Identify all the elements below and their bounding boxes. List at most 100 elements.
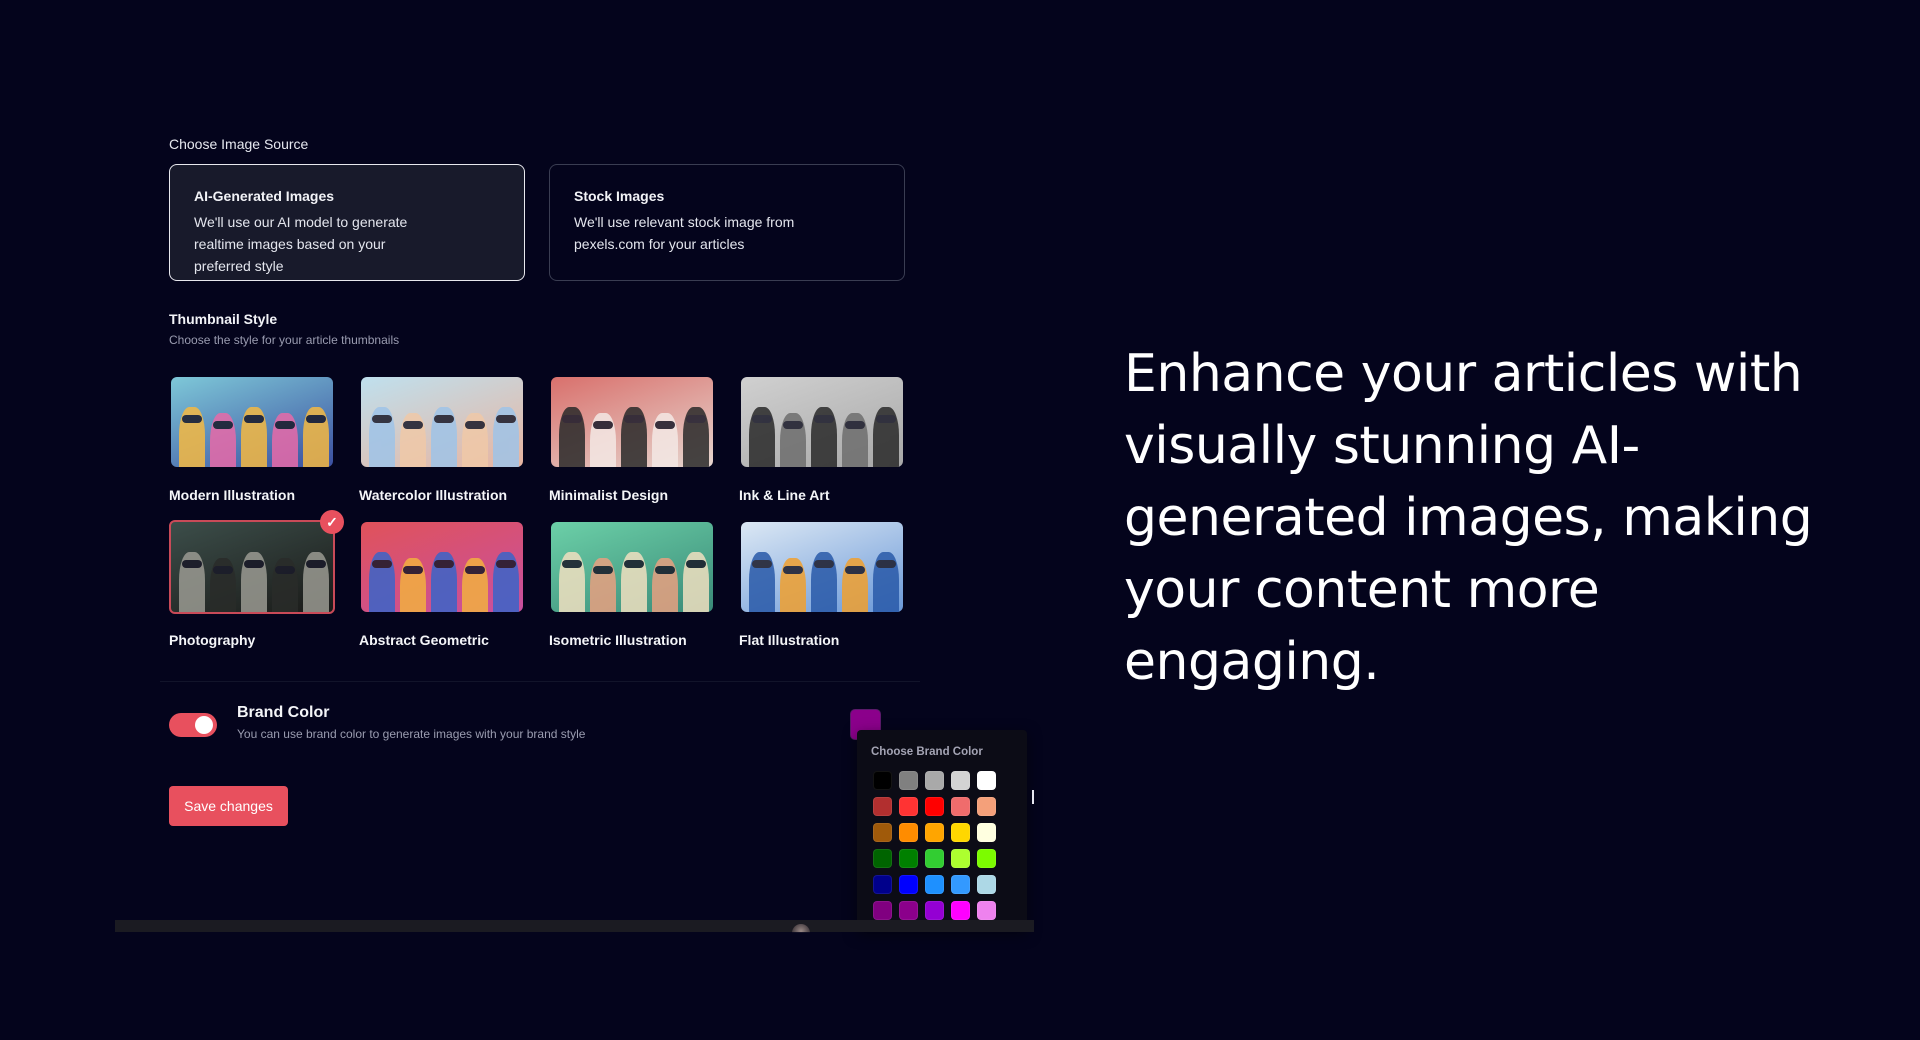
thumbnail-figure bbox=[400, 413, 426, 467]
thumbnail-style-heading: Thumbnail Style bbox=[169, 311, 278, 327]
vr-headset-shape bbox=[182, 415, 202, 423]
vr-headset-shape bbox=[845, 421, 865, 429]
color-option[interactable] bbox=[873, 797, 892, 816]
color-option[interactable] bbox=[925, 771, 944, 790]
vr-headset-shape bbox=[686, 415, 706, 423]
thumbnail-preview-image bbox=[169, 520, 335, 614]
color-option[interactable] bbox=[873, 901, 892, 920]
color-option[interactable] bbox=[873, 875, 892, 894]
vr-headset-shape bbox=[496, 415, 516, 423]
vr-headset-shape bbox=[434, 560, 454, 568]
color-option[interactable] bbox=[951, 875, 970, 894]
scroll-handle[interactable] bbox=[792, 924, 810, 933]
vr-headset-shape bbox=[403, 421, 423, 429]
color-option[interactable] bbox=[977, 823, 996, 842]
color-option[interactable] bbox=[951, 771, 970, 790]
thumbnail-figure bbox=[590, 558, 616, 612]
color-option[interactable] bbox=[899, 797, 918, 816]
thumbnail-figure bbox=[210, 558, 236, 612]
color-option[interactable] bbox=[925, 823, 944, 842]
page: Choose Image Source AI-Generated Images … bbox=[0, 0, 1920, 1040]
vr-headset-shape bbox=[686, 560, 706, 568]
thumbnail-figure bbox=[683, 552, 709, 612]
color-option[interactable] bbox=[873, 849, 892, 868]
thumbnail-preview-image bbox=[741, 522, 903, 612]
vr-headset-shape bbox=[876, 560, 896, 568]
thumbnail-figure bbox=[210, 413, 236, 467]
color-option[interactable] bbox=[899, 771, 918, 790]
vr-headset-shape bbox=[624, 415, 644, 423]
color-option[interactable] bbox=[925, 797, 944, 816]
color-option[interactable] bbox=[899, 823, 918, 842]
thumbnail-figure bbox=[621, 407, 647, 467]
vr-headset-shape bbox=[434, 415, 454, 423]
thumbnail-style-subheading: Choose the style for your article thumbn… bbox=[169, 333, 400, 347]
color-option[interactable] bbox=[977, 771, 996, 790]
thumbnail-style-option[interactable]: Flat Illustration bbox=[739, 522, 905, 648]
color-option[interactable] bbox=[925, 875, 944, 894]
color-option[interactable] bbox=[899, 849, 918, 868]
color-option[interactable] bbox=[951, 797, 970, 816]
thumbnail-style-label: Photography bbox=[169, 632, 256, 648]
thumbnail-figure bbox=[241, 407, 267, 467]
thumbnail-style-option[interactable]: Abstract Geometric bbox=[359, 522, 525, 648]
vr-headset-shape bbox=[275, 421, 295, 429]
color-option[interactable] bbox=[951, 901, 970, 920]
color-option[interactable] bbox=[899, 875, 918, 894]
thumbnail-style-option[interactable]: Ink & Line Art bbox=[739, 377, 905, 503]
color-option[interactable] bbox=[951, 823, 970, 842]
vr-headset-shape bbox=[213, 421, 233, 429]
brand-color-toggle[interactable] bbox=[169, 713, 217, 737]
color-option[interactable] bbox=[925, 901, 944, 920]
image-source-label: Choose Image Source bbox=[169, 136, 309, 152]
source-option-title: Stock Images bbox=[574, 188, 665, 204]
thumbnail-figure bbox=[303, 407, 329, 467]
vr-headset-shape bbox=[244, 560, 264, 568]
thumbnail-style-option[interactable]: Minimalist Design bbox=[549, 377, 715, 503]
thumbnail-style-label: Modern Illustration bbox=[169, 487, 295, 503]
source-option-ai-generated[interactable]: AI-Generated Images We'll use our AI mod… bbox=[169, 164, 525, 281]
source-option-title: AI-Generated Images bbox=[194, 188, 335, 204]
color-option[interactable] bbox=[899, 901, 918, 920]
thumbnail-figure bbox=[462, 413, 488, 467]
thumbnail-figure bbox=[683, 407, 709, 467]
thumbnail-figure bbox=[303, 552, 329, 612]
color-option[interactable] bbox=[977, 849, 996, 868]
thumbnail-style-option[interactable]: Watercolor Illustration bbox=[359, 377, 525, 503]
thumbnail-figure bbox=[241, 552, 267, 612]
source-option-stock[interactable]: Stock Images We'll use relevant stock im… bbox=[549, 164, 905, 281]
thumbnail-style-option[interactable]: Photography ✓ bbox=[169, 510, 344, 648]
thumbnail-figure bbox=[272, 558, 298, 612]
color-option[interactable] bbox=[873, 771, 892, 790]
horizontal-scrollbar[interactable] bbox=[115, 920, 1034, 932]
text-cursor-icon bbox=[1032, 790, 1034, 804]
thumbnail-figure bbox=[559, 552, 585, 612]
vr-headset-shape bbox=[814, 415, 834, 423]
vr-headset-shape bbox=[562, 560, 582, 568]
thumbnail-figure bbox=[369, 407, 395, 467]
thumbnail-figure bbox=[179, 552, 205, 612]
color-option[interactable] bbox=[951, 849, 970, 868]
thumbnail-preview-image bbox=[361, 522, 523, 612]
color-option[interactable] bbox=[977, 797, 996, 816]
save-changes-button[interactable]: Save changes bbox=[169, 786, 288, 826]
hero-headline: Enhance your articles with visually stun… bbox=[1124, 344, 1813, 692]
color-option[interactable] bbox=[873, 823, 892, 842]
thumbnail-preview-image bbox=[741, 377, 903, 467]
thumbnail-style-label: Isometric Illustration bbox=[549, 632, 687, 648]
thumbnail-figure bbox=[493, 552, 519, 612]
source-option-description: We'll use our AI model to generate realt… bbox=[194, 214, 408, 274]
thumbnail-figure bbox=[652, 558, 678, 612]
vr-headset-shape bbox=[655, 566, 675, 574]
thumbnail-figure bbox=[811, 407, 837, 467]
color-option[interactable] bbox=[977, 901, 996, 920]
color-option[interactable] bbox=[925, 849, 944, 868]
thumbnail-style-option[interactable]: Isometric Illustration bbox=[549, 522, 715, 648]
thumbnail-style-option[interactable]: Modern Illustration bbox=[169, 377, 335, 503]
thumbnail-figure bbox=[559, 407, 585, 467]
brand-color-description: You can use brand color to generate imag… bbox=[237, 727, 586, 741]
vr-headset-shape bbox=[593, 566, 613, 574]
thumbnail-preview-image bbox=[551, 377, 713, 467]
thumbnail-figure bbox=[842, 413, 868, 467]
color-option[interactable] bbox=[977, 875, 996, 894]
